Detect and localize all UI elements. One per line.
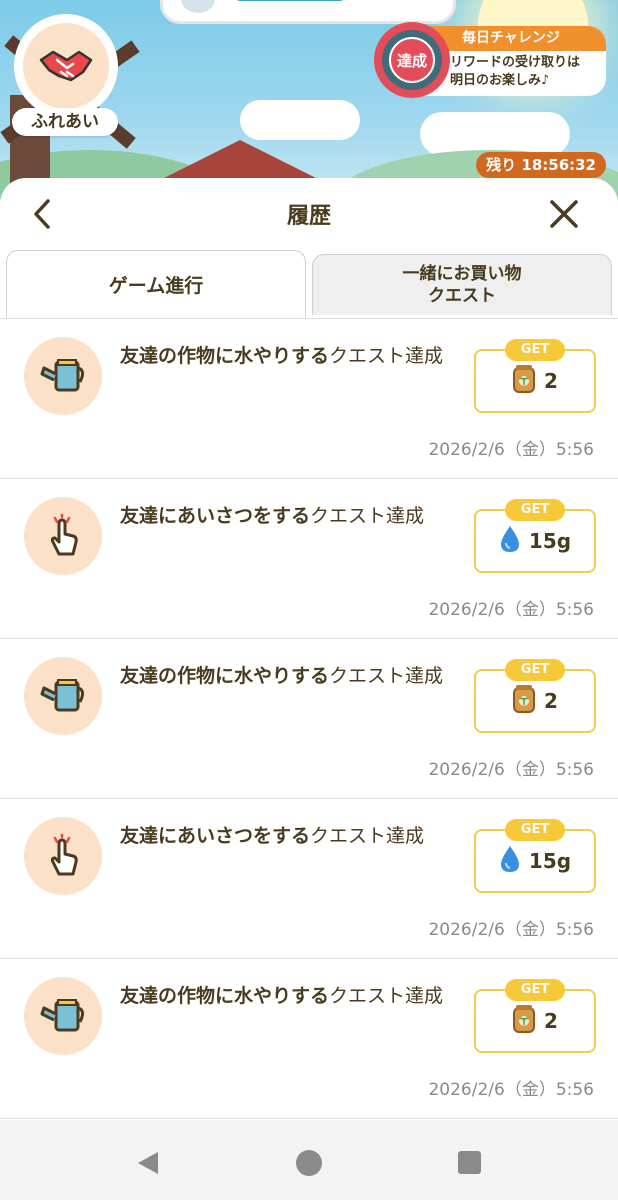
reward-amount: 2 [544,1009,558,1033]
history-sheet: 履歴 ゲーム進行 一緒にお買い物 クエスト 友達の作物に水やりするクエスト達成 G… [0,178,618,1120]
sheet-header: 履歴 [0,178,618,248]
water-drop-icon [499,844,521,878]
tab-label-line1: 一緒にお買い物 [402,264,522,284]
handshake-icon [23,23,109,109]
quest-name: 友達にあいさつをする [120,825,311,847]
timestamp: 2026/2/6（金）5:56 [428,600,594,620]
daily-challenge-widget[interactable]: 毎日チャレンジ リワードの受け取りは 明日のお楽しみ♪ 達成 [374,22,606,98]
quest-description: 友達の作物に水やりするクエスト達成 [120,981,450,1011]
quest-status: クエスト達成 [329,665,444,687]
get-label: GET [505,979,565,1001]
daily-challenge-badge: 達成 [374,22,450,98]
reward-box: GET 2 [474,659,596,733]
reward-box: GET 15g [474,819,596,893]
status-bar [235,0,345,1]
top-status-pill[interactable] [160,0,456,24]
daily-message-line1: リワードの受け取りは [450,55,581,70]
remaining-timer: 残り 18:56:32 [476,152,606,178]
close-button[interactable] [548,198,580,230]
seed-bag-icon [512,1004,536,1038]
system-nav-bar [0,1120,618,1200]
tab-shopping-quest[interactable]: 一緒にお買い物 クエスト [312,254,612,315]
tab-game-progress[interactable]: ゲーム進行 [6,250,306,318]
timestamp: 2026/2/6（金）5:56 [428,760,594,780]
achieved-seal: 達成 [389,37,435,83]
daily-message-line2: 明日のお楽しみ♪ [450,73,550,88]
quest-name: 友達の作物に水やりする [120,985,330,1007]
timestamp: 2026/2/6（金）5:56 [428,440,594,460]
close-icon [550,200,578,228]
nav-back-icon[interactable] [136,1150,160,1176]
quest-name: 友達の作物に水やりする [120,665,330,687]
reward-amount: 15g [528,849,572,873]
history-row: 友達の作物に水やりするクエスト達成 GET 2 2026/2/6（金）5:56 [0,319,618,479]
jar-icon: 達成 [382,30,442,90]
fureai-label[interactable]: ふれあい [12,108,118,136]
reward-box: GET 2 [474,979,596,1053]
history-list: 友達の作物に水やりするクエスト達成 GET 2 2026/2/6（金）5:56 友達にあ… [0,319,618,1119]
reward-amount: 2 [544,369,558,393]
watering-can-icon [24,657,102,735]
tap-hand-icon [24,817,102,895]
quest-description: 友達にあいさつをするクエスト達成 [120,821,450,851]
quest-status: クエスト達成 [329,345,444,367]
quest-name: 友達にあいさつをする [120,505,311,527]
cloud [240,100,360,140]
timestamp: 2026/2/6（金）5:56 [428,1080,594,1100]
seed-bag-icon [512,684,536,718]
quest-name: 友達の作物に水やりする [120,345,330,367]
reward-amount: 15g [528,529,572,553]
water-drop-icon [499,524,521,558]
reward-box: GET 2 [474,339,596,413]
history-row: 友達の作物に水やりするクエスト達成 GET 2 2026/2/6（金）5:56 [0,639,618,799]
watering-can-icon [24,977,102,1055]
tab-bar: ゲーム進行 一緒にお買い物 クエスト [0,248,618,319]
quest-description: 友達の作物に水やりするクエスト達成 [120,661,450,691]
tab-label-line2: クエスト [428,286,496,306]
get-label: GET [505,339,565,361]
history-row: 友達にあいさつをするクエスト達成 GET 15g 2026/2/6（金）5:56 [0,799,618,959]
get-label: GET [505,659,565,681]
seed-bag-icon [512,364,536,398]
get-label: GET [505,819,565,841]
history-row: 友達の作物に水やりするクエスト達成 GET 2 2026/2/6（金）5:56 [0,959,618,1119]
quest-description: 友達の作物に水やりするクエスト達成 [120,341,450,371]
history-row: 友達にあいさつをするクエスト達成 GET 15g 2026/2/6（金）5:56 [0,479,618,639]
tap-hand-icon [24,497,102,575]
reward-box: GET 15g [474,499,596,573]
get-label: GET [505,499,565,521]
quest-status: クエスト達成 [310,505,425,527]
quest-status: クエスト達成 [310,825,425,847]
nav-recents-icon[interactable] [458,1151,481,1174]
nav-home-icon[interactable] [296,1150,322,1176]
quest-description: 友達にあいさつをするクエスト達成 [120,501,450,531]
timestamp: 2026/2/6（金）5:56 [428,920,594,940]
watering-can-icon [24,337,102,415]
status-icon [181,0,215,13]
page-title: 履歴 [286,204,331,229]
fureai-button[interactable] [14,14,118,118]
quest-status: クエスト達成 [329,985,444,1007]
reward-amount: 2 [544,689,558,713]
